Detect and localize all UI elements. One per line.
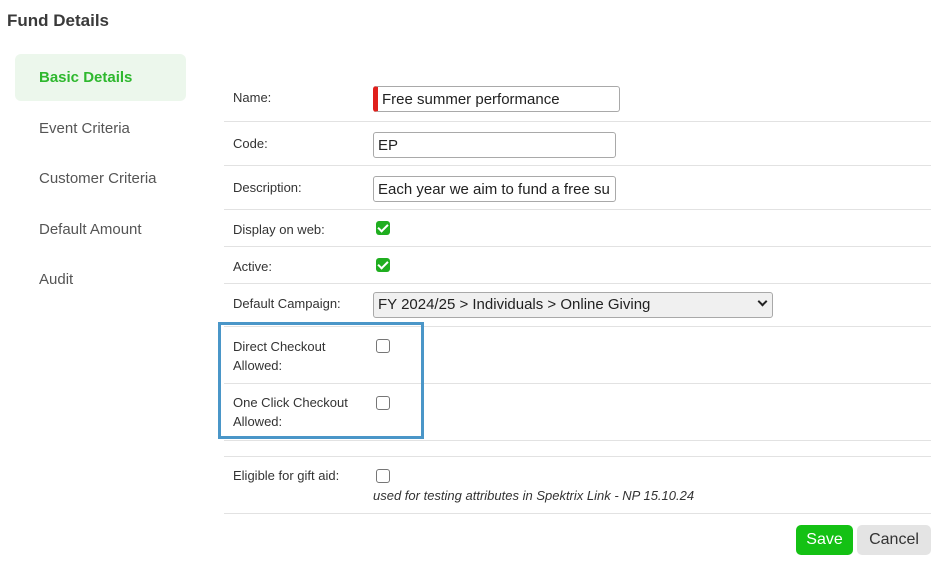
sidenav-item-default-amount[interactable]: Default Amount xyxy=(15,206,186,253)
name-label: Name: xyxy=(233,90,272,105)
sidenav-item-audit[interactable]: Audit xyxy=(15,256,186,303)
description-input[interactable] xyxy=(373,176,616,202)
chevron-down-icon xyxy=(757,296,768,307)
form-spacer-row xyxy=(224,441,931,457)
sidenav-item-customer-criteria[interactable]: Customer Criteria xyxy=(15,155,186,202)
one-click-checkout-checkbox[interactable] xyxy=(376,396,390,410)
default-campaign-selected-value: FY 2024/25 > Individuals > Online Giving xyxy=(378,296,651,313)
active-label: Active: xyxy=(233,259,273,274)
code-input[interactable] xyxy=(373,132,616,158)
form-row-name: Name: xyxy=(224,76,931,122)
display-on-web-label: Display on web: xyxy=(233,222,325,237)
direct-checkout-label-line2: Allowed: xyxy=(233,358,283,373)
side-navigation: Basic Details Event Criteria Customer Cr… xyxy=(15,54,186,307)
form-row-default-campaign: Default Campaign: FY 2024/25 > Individua… xyxy=(224,284,931,327)
form-row-description: Description: xyxy=(224,166,931,210)
direct-checkout-label-line1: Direct Checkout xyxy=(233,339,326,354)
form-row-display-on-web: Display on web: xyxy=(224,210,931,247)
gift-aid-note: used for testing attributes in Spektrix … xyxy=(373,488,695,503)
display-on-web-checkbox[interactable] xyxy=(376,221,390,235)
sidenav-item-basic-details[interactable]: Basic Details xyxy=(15,54,186,101)
form-row-gift-aid: Eligible for gift aid: used for testing … xyxy=(224,457,931,514)
save-button[interactable]: Save xyxy=(796,525,853,555)
one-click-checkout-label-line1: One Click Checkout xyxy=(233,395,348,410)
one-click-checkout-label-line2: Allowed: xyxy=(233,414,283,429)
description-label: Description: xyxy=(233,180,302,195)
form-row-direct-checkout: Direct Checkout Allowed: xyxy=(224,327,931,384)
active-checkbox[interactable] xyxy=(376,258,390,272)
default-campaign-label: Default Campaign: xyxy=(233,296,341,311)
fund-form: Name: Code: Description: Display on web: xyxy=(224,76,931,514)
gift-aid-checkbox[interactable] xyxy=(376,469,390,483)
name-input[interactable] xyxy=(373,86,620,112)
cancel-button[interactable]: Cancel xyxy=(857,525,931,555)
direct-checkout-label: Direct Checkout Allowed: xyxy=(233,337,325,375)
form-row-active: Active: xyxy=(224,247,931,284)
sidenav-item-event-criteria[interactable]: Event Criteria xyxy=(15,105,186,152)
default-campaign-select[interactable]: FY 2024/25 > Individuals > Online Giving xyxy=(373,292,773,318)
one-click-checkout-label: One Click Checkout Allowed: xyxy=(233,393,348,431)
direct-checkout-checkbox[interactable] xyxy=(376,339,390,353)
page-title: Fund Details xyxy=(7,11,110,30)
form-row-code: Code: xyxy=(224,122,931,166)
gift-aid-label: Eligible for gift aid: xyxy=(233,468,340,483)
form-row-one-click-checkout: One Click Checkout Allowed: xyxy=(224,384,931,441)
fund-details-page: Fund Details Basic Details Event Criteri… xyxy=(0,0,944,570)
code-label: Code: xyxy=(233,136,268,151)
